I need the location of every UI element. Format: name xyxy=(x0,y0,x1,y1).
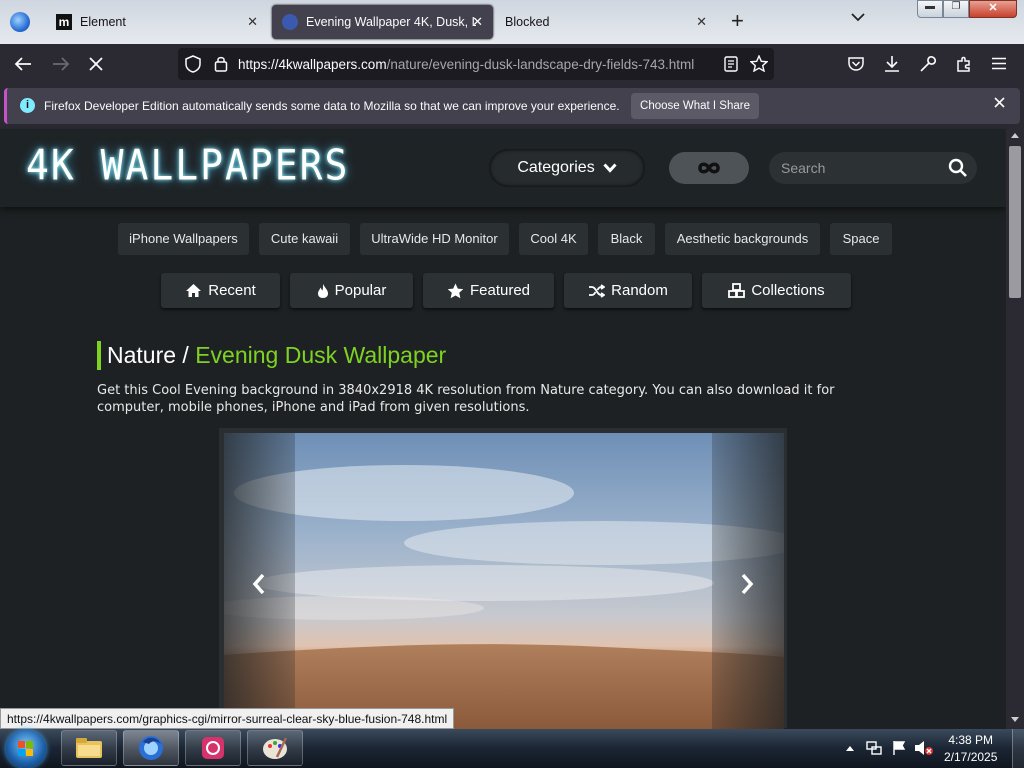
stop-loading-icon[interactable] xyxy=(88,56,104,72)
breadcrumb: Nature / Evening Dusk Wallpaper xyxy=(107,342,446,369)
scroll-up-arrow-icon[interactable] xyxy=(1010,132,1020,139)
app-icon xyxy=(200,735,226,761)
clock-time: 4:38 PM xyxy=(948,733,994,747)
infinity-icon xyxy=(696,161,722,175)
categories-label: Categories xyxy=(517,159,595,176)
wallpaper-description: Get this Cool Evening background in 3840… xyxy=(97,383,835,415)
url-text: https://4kwallpapers.com/nature/evening-… xyxy=(238,57,694,72)
tab-evening-wallpaper[interactable]: Evening Wallpaper 4K, Dusk, La ✕ xyxy=(272,5,493,39)
breadcrumb-separator: / xyxy=(176,342,196,368)
tab-blocked[interactable]: Blocked ✕ xyxy=(497,5,717,39)
start-button[interactable] xyxy=(6,730,46,768)
firefox-taskbar-button[interactable] xyxy=(123,730,179,766)
recent-button[interactable]: Recent xyxy=(161,273,280,308)
close-tab-icon[interactable]: ✕ xyxy=(247,14,258,30)
tag-ultrawide[interactable]: UltraWide HD Monitor xyxy=(360,223,509,255)
search-input[interactable]: Search xyxy=(769,152,977,184)
clock-date: 2/17/2025 xyxy=(944,750,998,764)
tag-cool-4k[interactable]: Cool 4K xyxy=(519,223,588,255)
link-status-bar: https://4kwallpapers.com/graphics-cgi/mi… xyxy=(0,708,455,729)
breadcrumb-accent xyxy=(97,341,101,370)
folder-icon xyxy=(74,736,104,760)
notification-text: Firefox Developer Edition automatically … xyxy=(44,99,620,113)
bookmark-star-icon[interactable] xyxy=(750,55,768,72)
shield-icon[interactable] xyxy=(185,55,201,73)
nav-label: Recent xyxy=(208,282,256,299)
firefox-icon xyxy=(137,734,165,762)
close-window-button[interactable]: ✕ xyxy=(969,0,1017,18)
categories-button[interactable]: Categories xyxy=(489,149,645,187)
fire-icon xyxy=(317,283,329,299)
lock-icon[interactable] xyxy=(214,55,228,72)
close-notification-icon[interactable] xyxy=(994,97,1005,108)
show-desktop-button[interactable] xyxy=(1012,729,1024,768)
nav-label: Featured xyxy=(469,282,531,299)
previous-image-arrow-icon[interactable] xyxy=(251,573,267,595)
url-host: https://4kwallpapers.com xyxy=(238,57,387,72)
tab-title: Element xyxy=(80,15,126,29)
show-hidden-icons-icon[interactable] xyxy=(846,745,854,751)
hamburger-menu-icon[interactable] xyxy=(991,57,1007,70)
tag-aesthetic[interactable]: Aesthetic backgrounds xyxy=(665,223,820,255)
reader-view-icon[interactable] xyxy=(724,56,738,72)
tag-black[interactable]: Black xyxy=(598,223,655,255)
featured-button[interactable]: Featured xyxy=(423,273,554,308)
network-icon[interactable] xyxy=(866,740,882,756)
next-image-arrow-icon[interactable] xyxy=(739,573,755,595)
chevron-down-icon xyxy=(603,163,617,173)
home-icon xyxy=(185,283,202,298)
scroll-down-arrow-icon[interactable] xyxy=(1010,716,1020,723)
tab-list-chevron-icon[interactable] xyxy=(851,12,865,22)
extensions-puzzle-icon[interactable] xyxy=(955,55,973,73)
maximize-button[interactable]: ❐ xyxy=(943,0,969,18)
close-tab-icon[interactable]: ✕ xyxy=(696,14,707,30)
choose-what-i-share-button[interactable]: Choose What I Share xyxy=(631,93,759,119)
pocket-icon[interactable] xyxy=(847,56,865,72)
shuffle-icon xyxy=(588,283,606,298)
paint-palette-icon xyxy=(261,735,289,761)
star-icon xyxy=(447,283,464,299)
minimize-button[interactable]: ▬ xyxy=(917,0,943,18)
back-arrow-icon[interactable] xyxy=(14,56,32,72)
site-logo[interactable]: 4K WALLPAPERS xyxy=(26,141,349,189)
breadcrumb-nature-link[interactable]: Nature xyxy=(107,342,176,368)
nav-label: Collections xyxy=(751,282,825,299)
tag-iphone-wallpapers[interactable]: iPhone Wallpapers xyxy=(118,223,249,255)
new-tab-button[interactable]: + xyxy=(731,8,744,34)
tab-title: Evening Wallpaper 4K, Dusk, La xyxy=(306,15,476,29)
system-clock[interactable]: 4:38 PM 2/17/2025 xyxy=(944,732,997,766)
paint-taskbar-button[interactable] xyxy=(247,730,303,766)
firefox-menu-icon[interactable] xyxy=(10,12,30,32)
search-icon[interactable] xyxy=(948,158,968,178)
downloads-icon[interactable] xyxy=(883,55,901,73)
infinity-button[interactable] xyxy=(669,152,749,184)
close-tab-icon[interactable]: ✕ xyxy=(472,14,483,30)
action-center-flag-icon[interactable] xyxy=(892,740,906,756)
nav-label: Popular xyxy=(334,282,387,299)
volume-muted-icon[interactable] xyxy=(914,740,934,756)
app-taskbar-button[interactable] xyxy=(185,730,241,766)
tag-space[interactable]: Space xyxy=(830,223,892,255)
matrix-icon: m xyxy=(56,14,72,30)
nav-label: Random xyxy=(611,282,668,299)
forward-arrow-icon[interactable] xyxy=(52,56,70,72)
collections-button[interactable]: Collections xyxy=(702,273,851,308)
info-icon: i xyxy=(20,98,35,113)
window-controls: ▬ ❐ ✕ xyxy=(917,0,1020,18)
cubes-icon xyxy=(728,283,746,298)
tag-cute-kawaii[interactable]: Cute kawaii xyxy=(259,223,350,255)
wallpaper-image[interactable] xyxy=(224,433,784,729)
tab-element[interactable]: m Element ✕ xyxy=(48,5,268,39)
loading-icon xyxy=(282,14,298,30)
page-title: Evening Dusk Wallpaper xyxy=(195,342,447,368)
wrench-icon[interactable] xyxy=(919,55,937,73)
random-button[interactable]: Random xyxy=(564,273,692,308)
tab-title: Blocked xyxy=(505,15,550,29)
url-path: /nature/evening-dusk-landscape-dry-field… xyxy=(386,57,695,72)
file-explorer-taskbar-button[interactable] xyxy=(61,730,117,766)
scrollbar-thumb[interactable] xyxy=(1009,146,1021,298)
popular-button[interactable]: Popular xyxy=(290,273,413,308)
